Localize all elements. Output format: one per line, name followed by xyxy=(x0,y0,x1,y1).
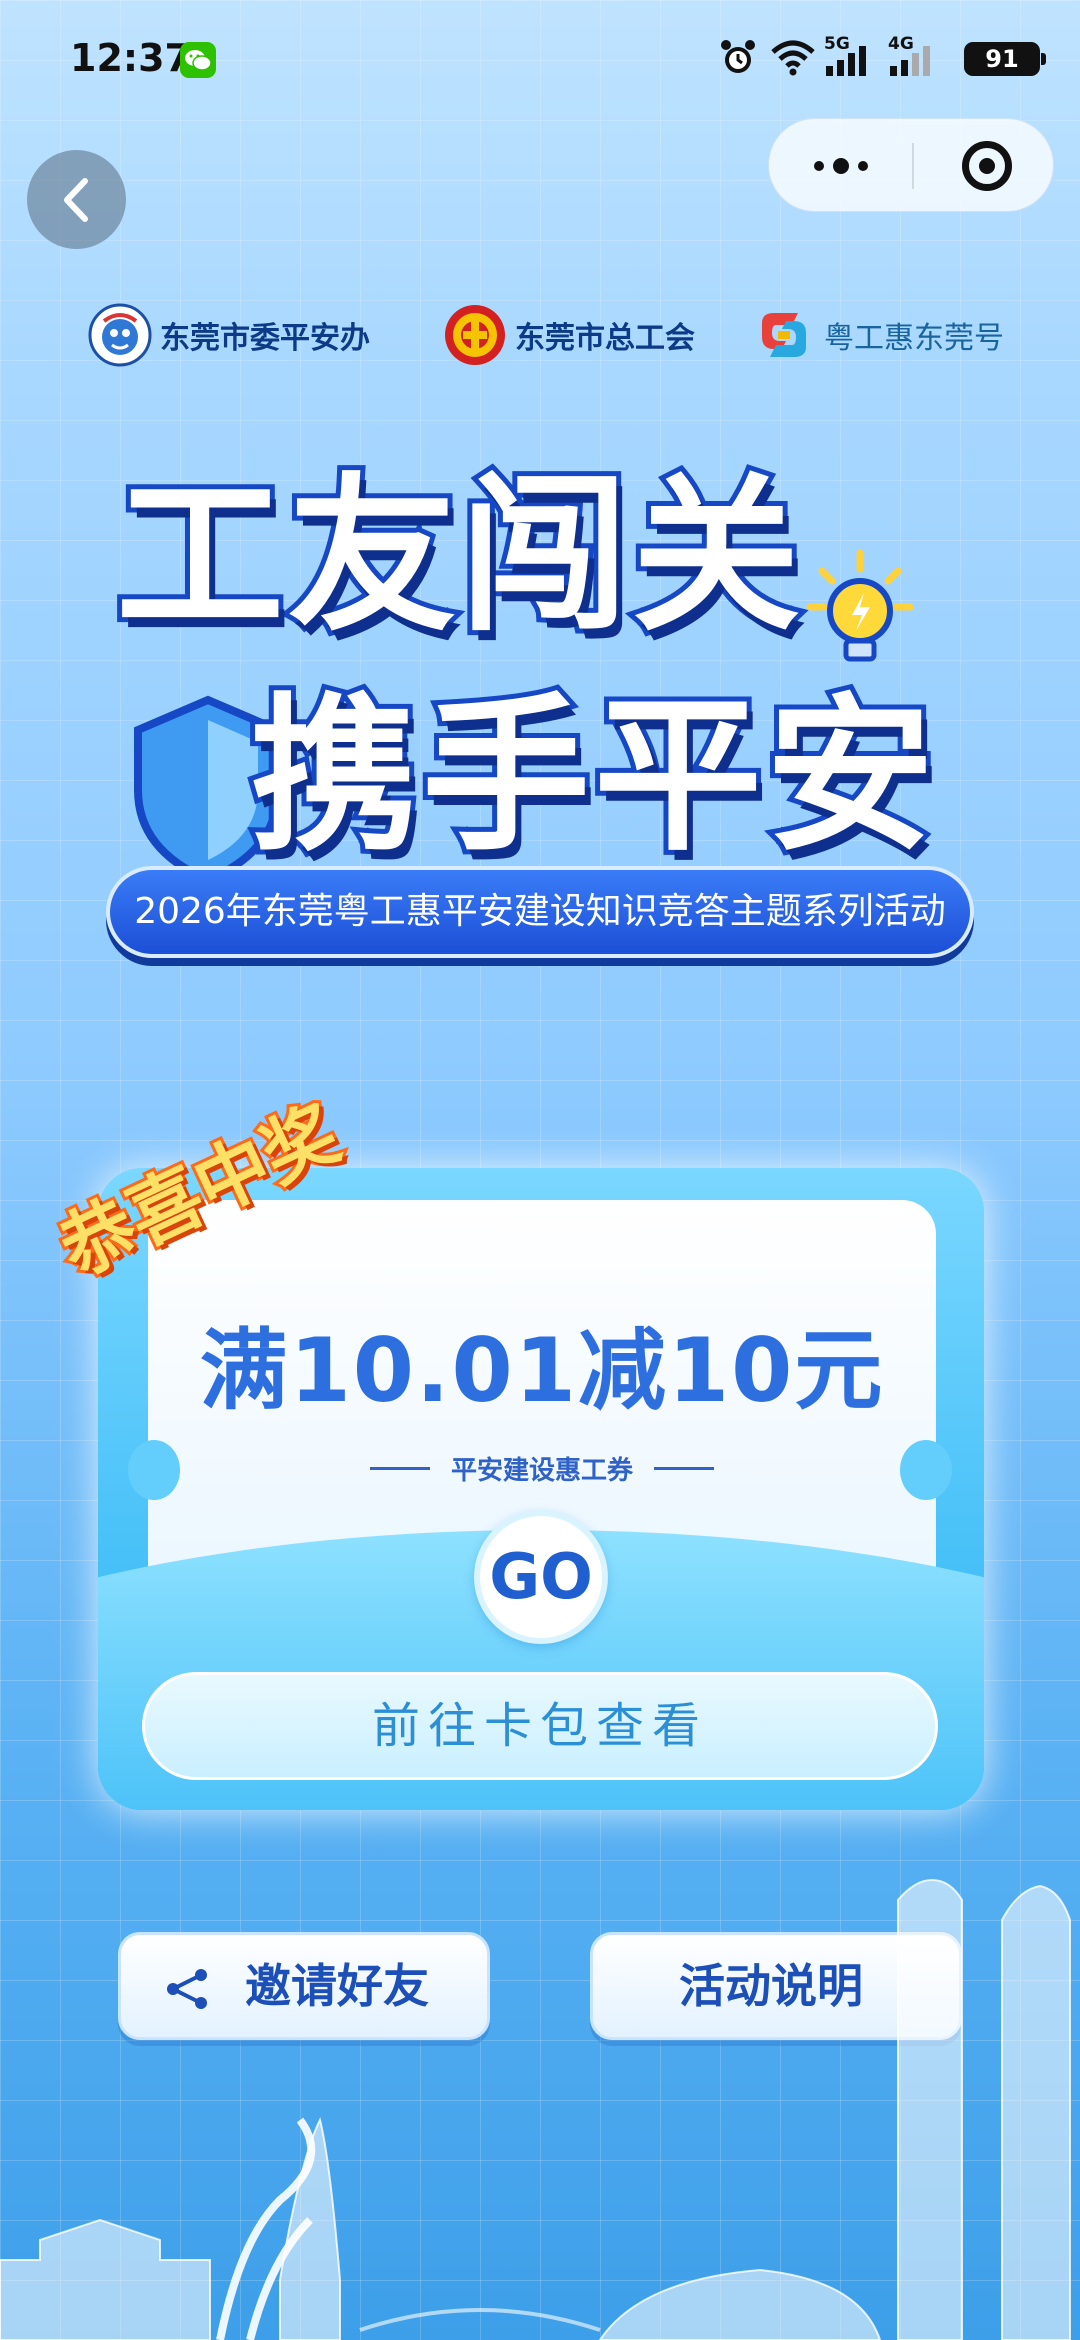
view-wallet-button[interactable]: 前往卡包查看 xyxy=(142,1672,938,1780)
divider-line xyxy=(369,1467,430,1470)
city-skyline-decoration xyxy=(0,1878,1071,2340)
sponsor-label: 粤工惠东莞号 xyxy=(824,321,1004,356)
target-close-icon[interactable] xyxy=(962,141,1012,191)
hero-title-text: 工友闯关 xyxy=(111,453,805,659)
sponsor-union: 东莞市总工会 xyxy=(443,300,695,370)
trade-union-logo-icon xyxy=(445,305,505,365)
sponsor-bar: 东莞市委平安办 东莞市总工会 粤工惠东莞号 xyxy=(88,300,1008,370)
capsule-divider xyxy=(912,143,914,189)
sponsor-label: 东莞市总工会 xyxy=(515,321,695,356)
sponsor-pingan: 东莞市委平安办 xyxy=(88,300,370,370)
coupon-amount: 满10.01减10元 xyxy=(199,1319,885,1422)
miniprogram-capsule xyxy=(768,118,1054,212)
hero-title-line1: 工友闯关 xyxy=(111,420,805,663)
sponsor-label: 东莞市委平安办 xyxy=(160,321,370,356)
event-subtitle: 2026年东莞粤工惠平安建设知识竞答主题系列活动 xyxy=(106,866,974,958)
battery-indicator: 91 xyxy=(964,42,1040,76)
alarm-icon xyxy=(721,40,755,73)
signal-4g-icon xyxy=(890,46,930,76)
status-icons: 5G 4G 91 xyxy=(720,34,1046,78)
pingan-office-logo-icon xyxy=(88,303,152,367)
hero-title-line2: 携手平安 xyxy=(245,640,939,883)
wechat-notification-icon xyxy=(180,42,216,78)
battery-tip xyxy=(1041,53,1046,65)
status-bar: 12:37 5G 4G 91 xyxy=(0,0,1080,120)
divider-line xyxy=(654,1467,715,1470)
yuegonghui-logo-icon xyxy=(762,313,806,357)
back-arrow-icon xyxy=(64,178,88,222)
coupon-name-row: 平安建设惠工券 xyxy=(148,1450,936,1487)
more-dots-icon[interactable] xyxy=(809,149,873,183)
wifi-icon xyxy=(771,40,815,76)
status-time: 12:37 xyxy=(70,36,191,80)
back-button[interactable] xyxy=(27,150,126,249)
hero-title-text: 携手平安 xyxy=(245,673,939,879)
go-button[interactable]: GO xyxy=(474,1510,608,1644)
coupon-name: 平安建设惠工券 xyxy=(450,1456,633,1486)
sponsor-yuegonghui: 粤工惠东莞号 xyxy=(752,300,1004,370)
signal-5g-icon xyxy=(826,46,866,76)
